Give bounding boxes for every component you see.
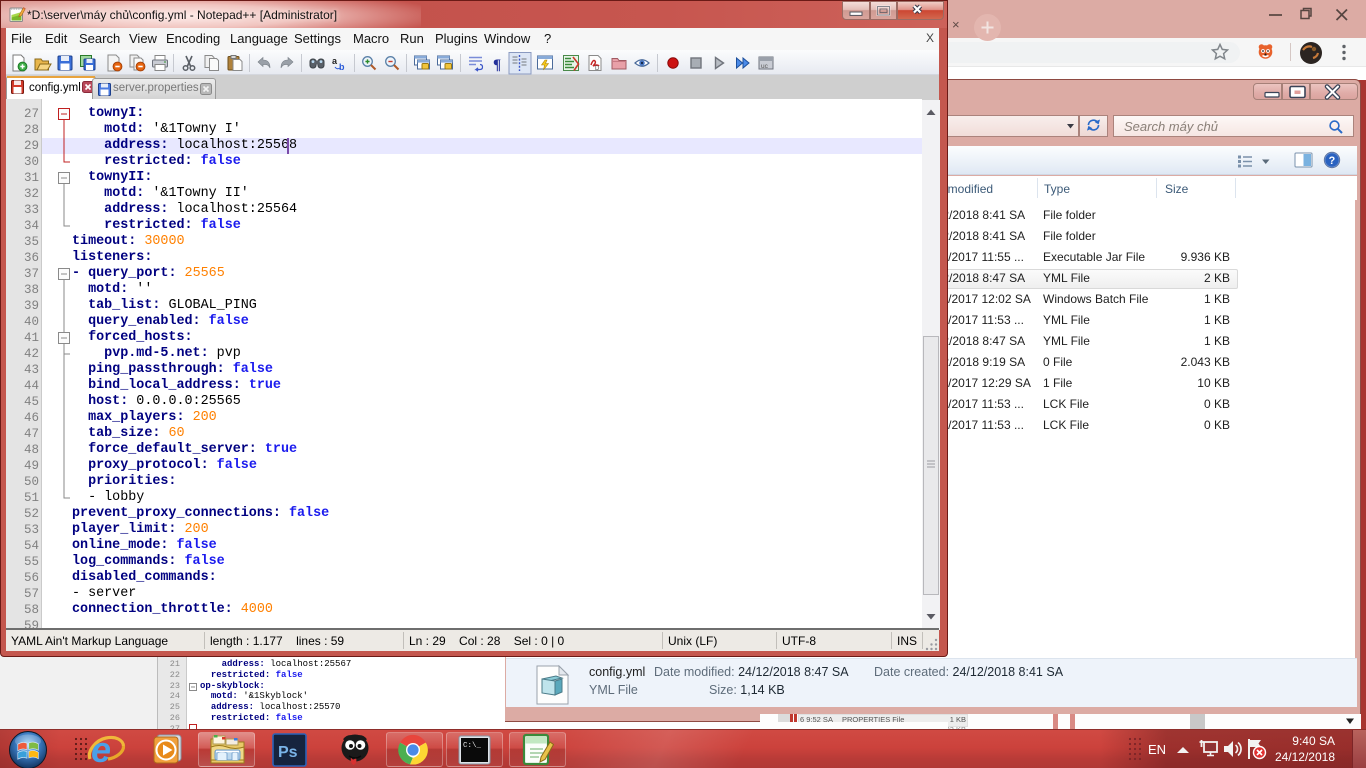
svg-text:D: D (595, 66, 600, 72)
svg-text:a: a (332, 56, 338, 66)
svg-text:e: e (91, 731, 111, 768)
svg-text:?: ? (1329, 155, 1336, 167)
svg-text:b: b (339, 62, 345, 72)
svg-text:¶: ¶ (493, 57, 501, 73)
svg-text:uc: uc (761, 63, 769, 70)
svg-text:Ps: Ps (278, 744, 298, 761)
svg-text:C:\_: C:\_ (463, 742, 482, 750)
